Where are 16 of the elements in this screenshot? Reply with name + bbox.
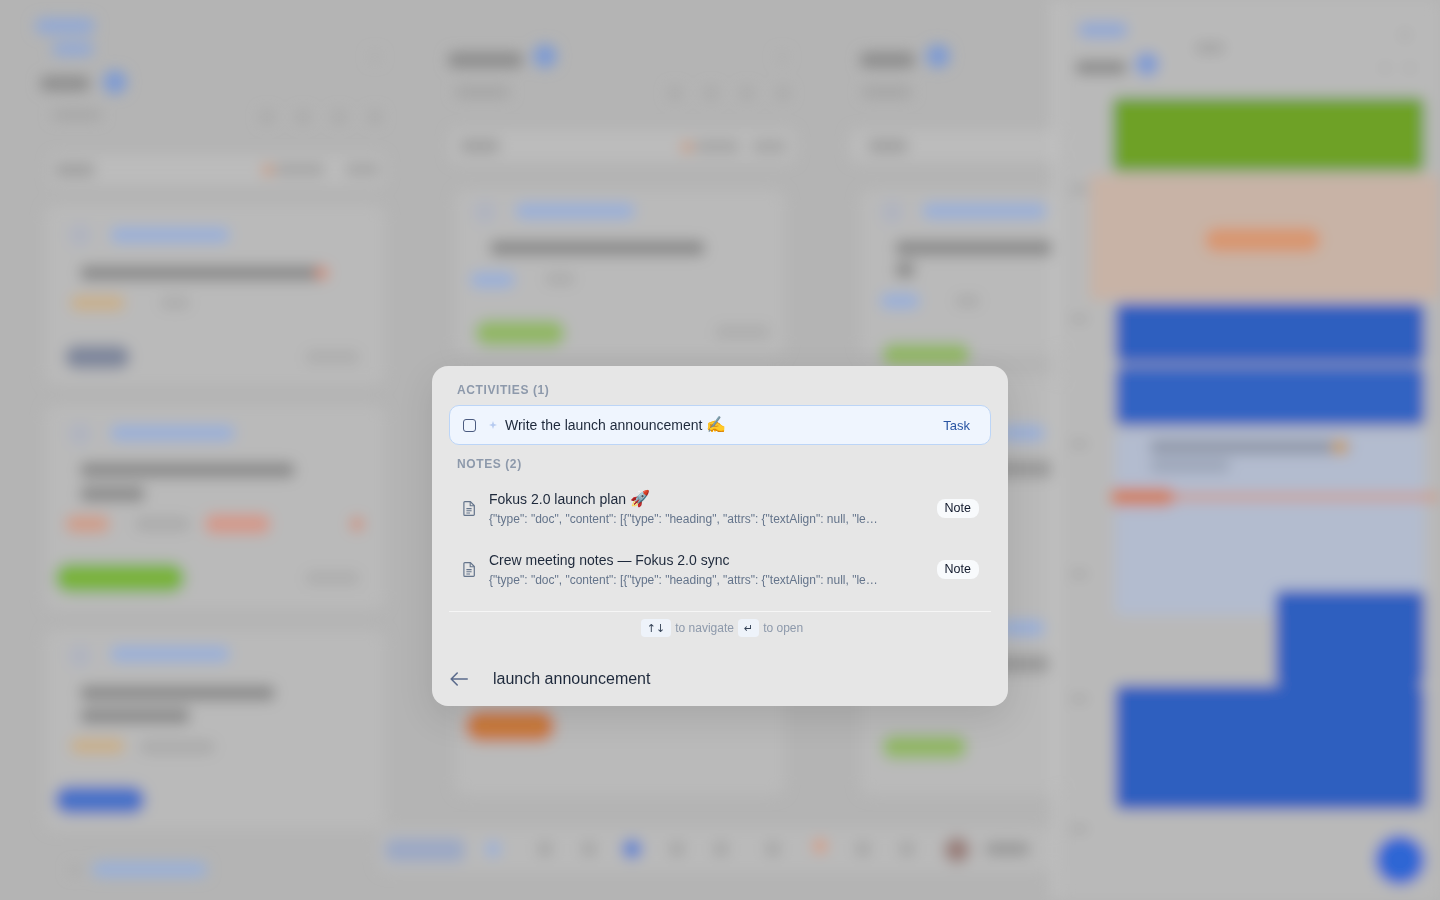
keyboard-key: ↑↓ <box>640 619 672 637</box>
item-title: Fokus 2.0 launch plan <box>489 490 626 509</box>
item-type-label: Note <box>936 499 979 518</box>
item-type-label: Note <box>936 560 979 579</box>
note-preview-text: {"type": "doc", "content": [{"type": "heading", "attrs": {"textAlign": null, "le… <box>489 512 878 526</box>
item-title: Crew meeting notes — Fokus 2.0 sync <box>489 551 730 570</box>
keyboard-key: ↵ <box>737 619 760 637</box>
hint-text: to open <box>763 621 804 635</box>
section-heading: NOTES (2) <box>457 456 522 472</box>
section-heading: ACTIVITIES (1) <box>457 382 550 398</box>
item-type-label: Task <box>943 417 970 433</box>
emoji-icon: 🚀 <box>630 489 650 509</box>
hint-text: to navigate <box>675 621 734 635</box>
emoji-icon: ✍ <box>706 415 727 435</box>
note-preview-text: {"type": "doc", "content": [{"type": "heading", "attrs": {"textAlign": null, "le… <box>489 573 878 587</box>
item-title: Write the launch announcement <box>505 416 703 435</box>
